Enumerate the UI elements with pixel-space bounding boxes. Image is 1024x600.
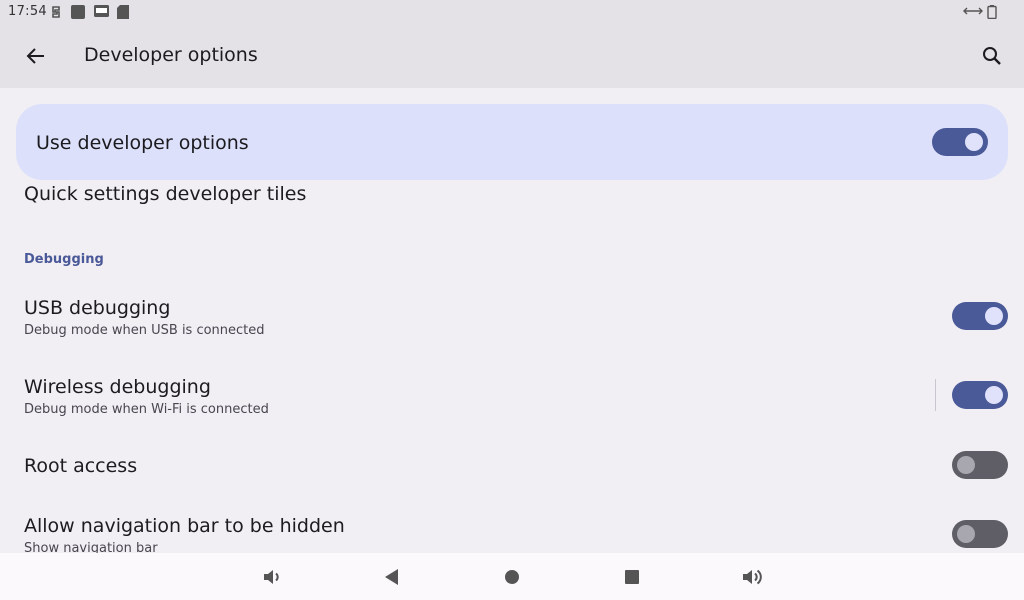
hide-navigation-bar-toggle[interactable] <box>952 520 1008 548</box>
status-bar: 17:54 <box>0 0 1024 24</box>
root-access-title: Root access <box>24 455 138 477</box>
settings-list[interactable]: Quick settings developer tiles Debugging… <box>0 180 1024 553</box>
toggle-knob <box>957 525 975 543</box>
volume-up-icon[interactable] <box>740 565 764 589</box>
wireless-debugging-toggle[interactable] <box>952 381 1008 409</box>
hide-navigation-bar-title: Allow navigation bar to be hidden <box>24 515 345 537</box>
wireless-debugging-title: Wireless debugging <box>24 376 211 398</box>
section-header-debugging: Debugging <box>24 252 104 267</box>
back-triangle-icon[interactable] <box>380 565 404 589</box>
arrow-left-icon[interactable] <box>24 44 48 68</box>
toggle-knob <box>957 456 975 474</box>
ethernet-icon <box>963 7 983 15</box>
use-developer-options-toggle[interactable] <box>932 128 988 156</box>
usb-debugging-summary: Debug mode when USB is connected <box>24 323 265 338</box>
square-notification-icon <box>71 5 85 19</box>
wireless-debugging-summary: Debug mode when Wi-Fi is connected <box>24 402 269 417</box>
battery-icon <box>987 5 997 19</box>
home-circle-icon[interactable] <box>500 565 524 589</box>
system-navigation-bar <box>0 553 1024 600</box>
sync-icon <box>52 6 60 18</box>
toggle-knob <box>985 386 1003 404</box>
hide-navigation-bar-summary: Show navigation bar <box>24 541 158 553</box>
main-switch-label: Use developer options <box>36 132 249 154</box>
usb-debugging-toggle[interactable] <box>952 302 1008 330</box>
status-time: 17:54 <box>8 4 47 19</box>
quick-settings-developer-tiles-item[interactable]: Quick settings developer tiles <box>24 183 306 205</box>
search-icon[interactable] <box>980 44 1004 68</box>
recents-square-icon[interactable] <box>620 565 644 589</box>
toggle-knob <box>965 133 983 151</box>
sd-card-icon <box>117 5 129 19</box>
usb-debugging-title: USB debugging <box>24 297 171 319</box>
page-title: Developer options <box>84 44 258 66</box>
app-toolbar: Developer options <box>0 24 1024 88</box>
dvr-icon <box>94 5 109 17</box>
main-switch-bar[interactable]: Use developer options <box>16 104 1008 180</box>
volume-down-icon[interactable] <box>260 565 284 589</box>
toggle-knob <box>985 307 1003 325</box>
row-divider <box>935 379 936 411</box>
root-access-toggle[interactable] <box>952 451 1008 479</box>
